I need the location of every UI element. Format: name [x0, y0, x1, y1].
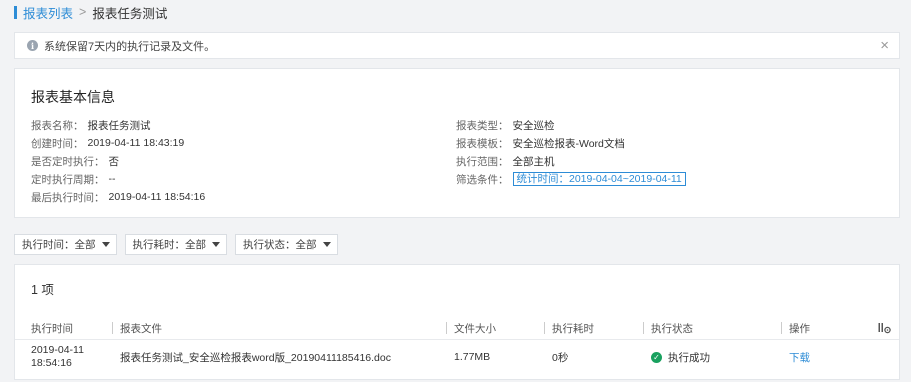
cell-action: 下载	[789, 341, 810, 373]
cell-report-file: 报表任务测试_安全巡检报表word版_20190411185416.doc	[120, 341, 391, 373]
file-size: 1.77MB	[454, 351, 491, 363]
info-row-template: 报表模板： 安全巡检报表-Word文档	[456, 134, 686, 152]
column-header-duration: 执行耗时	[544, 317, 594, 339]
column-header-size: 文件大小	[446, 317, 496, 339]
breadcrumb-accent-bar	[14, 5, 17, 19]
chevron-down-icon	[101, 242, 110, 247]
info-value: 全部主机	[512, 155, 555, 168]
column-header-label: 执行状态	[651, 322, 693, 335]
info-value: 报表任务测试	[87, 119, 151, 132]
info-row-period: 定时执行周期： --	[31, 170, 205, 188]
info-value: 2019-04-11 18:43:19	[87, 137, 185, 149]
info-row-type: 报表类型： 安全巡检	[456, 116, 686, 134]
execution-date: 2019-04-11	[31, 344, 84, 356]
info-label: 报表类型：	[456, 119, 509, 132]
chevron-down-icon	[212, 242, 220, 247]
info-row-scope: 执行范围： 全部主机	[456, 152, 686, 170]
info-value: 2019-04-11 18:54:16	[108, 191, 206, 203]
info-label: 执行范围：	[456, 155, 509, 168]
breadcrumb-link-report-list[interactable]: 报表列表	[23, 3, 73, 22]
close-icon[interactable]: ×	[880, 38, 889, 53]
table-header: 执行时间 报表文件 文件大小 执行耗时 执行状态 操作	[15, 317, 899, 339]
info-value: 安全巡检报表-Word文档	[512, 137, 625, 150]
column-header-label: 操作	[789, 322, 810, 335]
column-divider	[112, 322, 113, 334]
column-divider	[544, 322, 545, 334]
info-row-last-run: 最后执行时间： 2019-04-11 18:54:16	[31, 188, 205, 206]
info-label: 报表名称：	[31, 119, 84, 132]
report-file-name: 报表任务测试_安全巡检报表word版_20190411185416.doc	[120, 351, 391, 364]
info-label: 最后执行时间：	[31, 191, 105, 204]
report-info-card: 报表基本信息 报表名称： 报表任务测试 创建时间： 2019-04-11 18:…	[14, 68, 900, 218]
info-row-created: 创建时间： 2019-04-11 18:43:19	[31, 134, 205, 152]
section-title: 报表基本信息	[31, 89, 115, 105]
filter-bar: 执行时间：全部 执行耗时：全部 执行状态：全部	[14, 234, 338, 255]
info-label: 创建时间：	[31, 137, 84, 150]
info-icon: i	[27, 40, 38, 51]
download-link[interactable]: 下载	[789, 350, 810, 365]
column-divider	[446, 322, 447, 334]
filter-condition-tag[interactable]: 统计时间：2019-04-04~2019-04-11	[512, 172, 686, 186]
column-header-status: 执行状态	[643, 317, 693, 339]
filter-execution-time[interactable]: 执行时间：全部	[14, 234, 117, 255]
notice-text: 系统保留7天内的执行记录及文件。	[44, 40, 216, 53]
info-value: 否	[108, 155, 120, 168]
header-divider	[15, 339, 899, 340]
record-count: 1 项	[31, 283, 54, 297]
breadcrumb: 报表列表 > 报表任务测试	[14, 0, 167, 24]
chevron-down-icon	[322, 242, 331, 247]
info-value: --	[108, 173, 116, 185]
column-divider	[643, 322, 644, 334]
filter-execution-duration[interactable]: 执行耗时：全部	[124, 234, 227, 255]
info-label: 筛选条件：	[456, 173, 509, 186]
duration: 0秒	[552, 351, 569, 364]
dropdown-label: 执行耗时：全部	[132, 239, 207, 251]
breadcrumb-current: 报表任务测试	[92, 6, 168, 21]
info-row-name: 报表名称： 报表任务测试	[31, 116, 205, 134]
info-row-filter: 筛选条件： 统计时间：2019-04-04~2019-04-11	[456, 170, 686, 188]
cell-status: ✓ 执行成功	[651, 341, 710, 373]
column-header-label: 报表文件	[120, 322, 162, 335]
column-header-label: 文件大小	[454, 322, 496, 335]
info-label: 是否定时执行：	[31, 155, 105, 168]
filter-execution-status[interactable]: 执行状态：全部	[235, 234, 338, 255]
dropdown-label: 执行时间：全部	[22, 239, 96, 251]
retention-notice: i 系统保留7天内的执行记录及文件。 ×	[14, 32, 900, 59]
column-divider	[781, 322, 782, 334]
cell-file-size: 1.77MB	[454, 341, 490, 373]
info-label: 定时执行周期：	[31, 173, 105, 186]
info-column-left: 报表名称： 报表任务测试 创建时间： 2019-04-11 18:43:19 是…	[31, 116, 205, 206]
execution-clock: 18:54:16	[31, 357, 72, 369]
column-header-action: 操作	[781, 317, 810, 339]
check-circle-icon: ✓	[651, 351, 662, 363]
info-column-right: 报表类型： 安全巡检 报表模板： 安全巡检报表-Word文档 执行范围： 全部主…	[456, 116, 686, 188]
column-header-label: 执行时间	[31, 322, 73, 335]
cell-execution-time: 2019-04-11 18:54:16	[31, 341, 84, 373]
column-settings-icon[interactable]	[878, 322, 891, 337]
table-row: 2019-04-11 18:54:16 报表任务测试_安全巡检报表word版_2…	[15, 341, 899, 373]
info-value: 安全巡检	[512, 119, 555, 132]
dropdown-label: 执行状态：全部	[243, 239, 317, 251]
execution-records-card: 1 项 执行时间 报表文件 文件大小 执行耗时 执行状态 操作 2019-04-…	[14, 264, 900, 380]
status-text: 执行成功	[668, 351, 710, 364]
info-label: 报表模板：	[456, 137, 509, 150]
column-header-file: 报表文件	[112, 317, 162, 339]
breadcrumb-separator: >	[79, 5, 87, 19]
cell-duration: 0秒	[552, 341, 568, 373]
info-row-scheduled: 是否定时执行： 否	[31, 152, 205, 170]
column-header-time: 执行时间	[31, 317, 73, 339]
column-header-label: 执行耗时	[552, 322, 594, 335]
